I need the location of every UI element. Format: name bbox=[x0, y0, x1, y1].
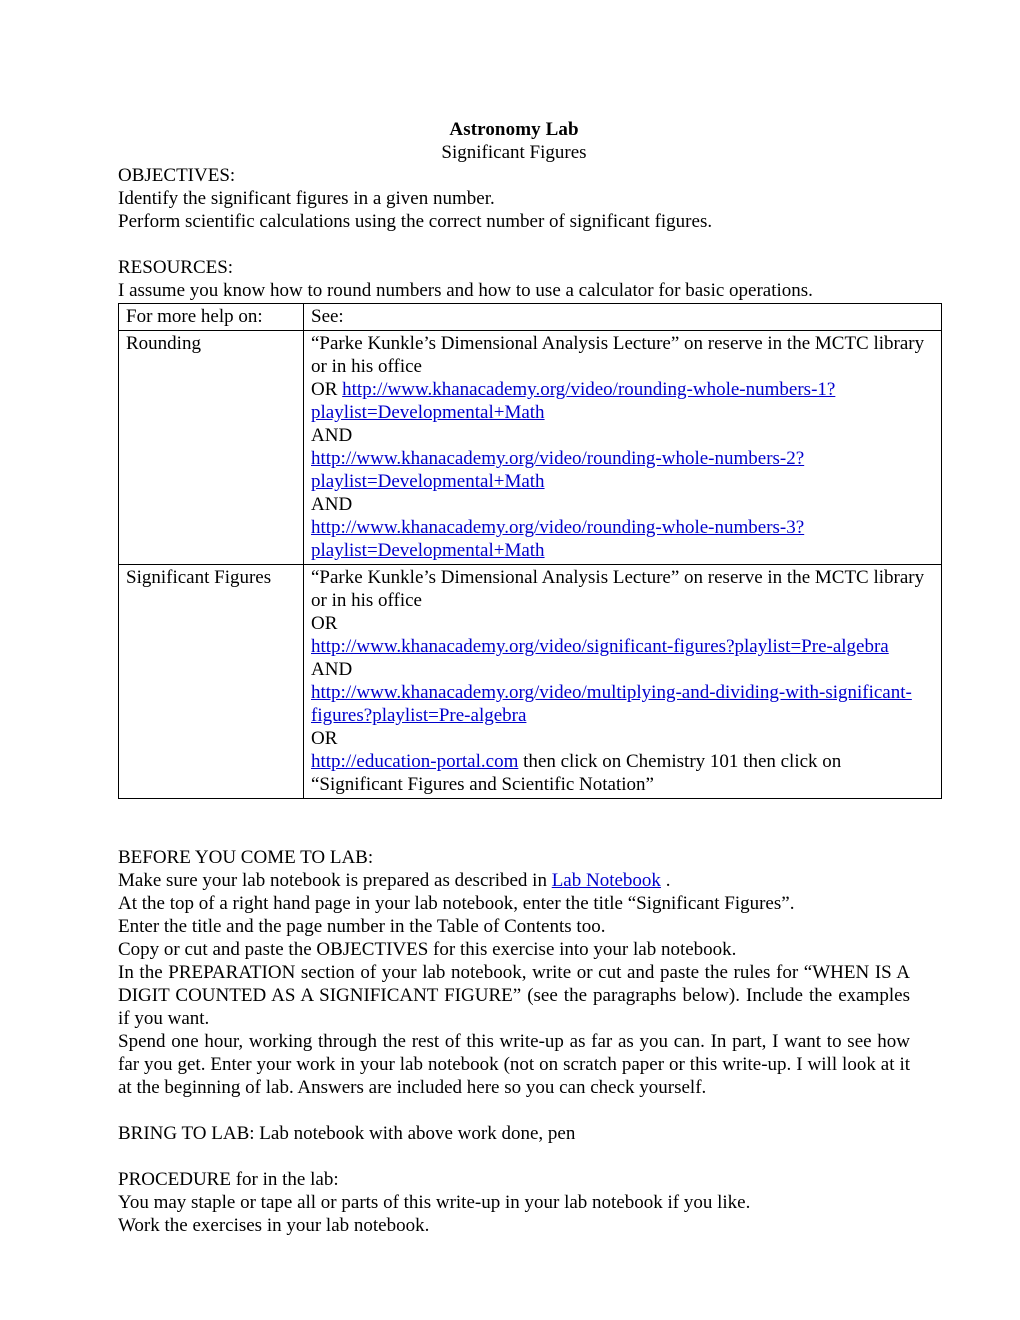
before-lab-heading: BEFORE YOU COME TO LAB: bbox=[118, 847, 374, 868]
resource-prefix: OR bbox=[311, 379, 343, 400]
resource-text: AND bbox=[311, 494, 353, 515]
resource-text: OR bbox=[311, 728, 338, 749]
resource-link[interactable]: http://education-portal.com bbox=[311, 751, 518, 772]
before-lab-line-2: At the top of a right hand page in your … bbox=[118, 893, 795, 914]
objectives-item-2: Perform scientific calculations using th… bbox=[118, 211, 713, 232]
before-lab-section: BEFORE YOU COME TO LAB: Make sure your l… bbox=[118, 823, 910, 1099]
resource-text: “Parke Kunkle’s Dimensional Analysis Lec… bbox=[311, 567, 929, 611]
before-lab-line-1: Make sure your lab notebook is prepared … bbox=[118, 869, 910, 892]
resources-intro: I assume you know how to round numbers a… bbox=[118, 280, 813, 301]
table-cell-resources-rounding: “Parke Kunkle’s Dimensional Analysis Lec… bbox=[303, 330, 942, 565]
resource-text: AND bbox=[311, 659, 353, 680]
resource-link[interactable]: http://www.khanacademy.org/video/roundin… bbox=[311, 516, 936, 562]
table-row: Significant Figures “Parke Kunkle’s Dime… bbox=[118, 564, 942, 799]
table-header-row: For more help on: See: bbox=[118, 303, 942, 331]
before-lab-line-3: Enter the title and the page number in t… bbox=[118, 916, 606, 937]
table-cell-topic-significant-figures: Significant Figures bbox=[118, 564, 304, 799]
resource-link[interactable]: http://www.khanacademy.org/video/signifi… bbox=[311, 635, 936, 658]
resource-link[interactable]: http://www.khanacademy.org/video/roundin… bbox=[311, 447, 936, 493]
resources-heading: RESOURCES: bbox=[118, 257, 234, 278]
resource-text: OR bbox=[311, 613, 338, 634]
procedure-heading: PROCEDURE for in the lab: bbox=[118, 1169, 339, 1190]
document-page: Astronomy Lab Significant Figures OBJECT… bbox=[0, 0, 1020, 1320]
resource-link[interactable]: http://www.khanacademy.org/video/roundin… bbox=[311, 379, 835, 423]
table-row: Rounding “Parke Kunkle’s Dimensional Ana… bbox=[118, 330, 942, 565]
resource-link-line: http://education-portal.com then click o… bbox=[311, 750, 936, 796]
before-lab-line-1-pre: Make sure your lab notebook is prepared … bbox=[118, 870, 552, 891]
resources-table-wrapper: For more help on: See: Rounding “Parke K… bbox=[118, 303, 942, 799]
table-cell-topic-rounding: Rounding bbox=[118, 330, 304, 565]
objectives-heading: OBJECTIVES: bbox=[118, 165, 236, 186]
table-header-topic: For more help on: bbox=[118, 303, 304, 331]
before-lab-line-4: Copy or cut and paste the OBJECTIVES for… bbox=[118, 939, 737, 960]
table-cell-resources-significant-figures: “Parke Kunkle’s Dimensional Analysis Lec… bbox=[303, 564, 942, 799]
resource-link[interactable]: http://www.khanacademy.org/video/multipl… bbox=[311, 681, 936, 727]
resource-text: “Parke Kunkle’s Dimensional Analysis Lec… bbox=[311, 333, 929, 377]
page-title: Astronomy Lab bbox=[449, 119, 579, 140]
bring-to-lab-line: BRING TO LAB: Lab notebook with above wo… bbox=[118, 1123, 576, 1144]
before-lab-line-1-post: . bbox=[660, 870, 671, 891]
page-subtitle: Significant Figures bbox=[441, 142, 587, 163]
resource-link-line: OR http://www.khanacademy.org/video/roun… bbox=[311, 378, 936, 424]
before-lab-paragraph-2: Spend one hour, working through the rest… bbox=[118, 1031, 910, 1098]
procedure-line-2: Work the exercises in your lab notebook. bbox=[118, 1215, 430, 1236]
procedure-line-1: You may staple or tape all or parts of t… bbox=[118, 1192, 751, 1213]
resources-table: For more help on: See: Rounding “Parke K… bbox=[118, 303, 942, 799]
lab-notebook-link[interactable]: Lab Notebook bbox=[552, 870, 661, 891]
table-header-see: See: bbox=[303, 303, 942, 331]
objectives-item-1: Identify the significant figures in a gi… bbox=[118, 188, 495, 209]
before-lab-paragraph-1: In the PREPARATION section of your lab n… bbox=[118, 962, 910, 1029]
resource-text: AND bbox=[311, 425, 353, 446]
